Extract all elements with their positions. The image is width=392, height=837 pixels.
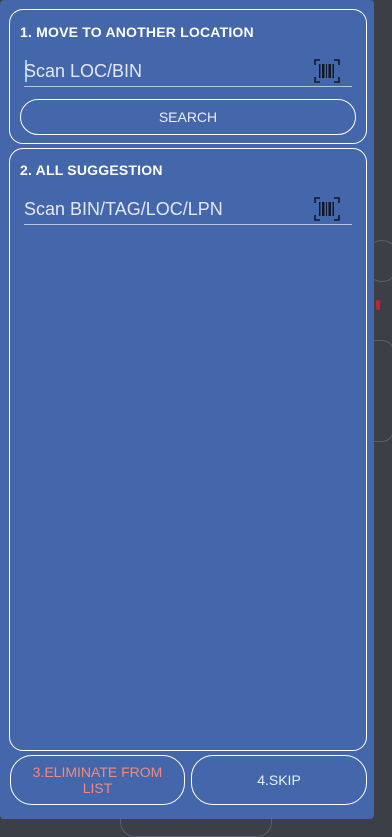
suggestion-list <box>20 235 356 740</box>
barcode-scan-icon[interactable] <box>314 197 340 221</box>
bin-tag-loc-lpn-input[interactable] <box>24 195 304 223</box>
eliminate-from-list-button[interactable]: 3.ELIMINATE FROM LIST <box>10 755 185 805</box>
loc-bin-field[interactable] <box>24 57 352 87</box>
move-location-panel: 1. MOVE TO ANOTHER LOCATION SEARCH <box>9 9 367 144</box>
move-location-title: 1. MOVE TO ANOTHER LOCATION <box>20 24 254 40</box>
skip-button[interactable]: 4.SKIP <box>191 755 367 805</box>
all-suggestion-title: 2. ALL SUGGESTION <box>20 162 163 178</box>
loc-bin-input[interactable] <box>24 57 304 85</box>
move-dialog: 1. MOVE TO ANOTHER LOCATION SEARCH 2. AL… <box>0 0 374 819</box>
barcode-scan-icon[interactable] <box>314 59 340 83</box>
search-button[interactable]: SEARCH <box>20 99 356 135</box>
all-suggestion-panel: 2. ALL SUGGESTION <box>9 148 367 751</box>
bin-tag-loc-lpn-field[interactable] <box>24 195 352 225</box>
background-status-marker <box>376 300 380 310</box>
